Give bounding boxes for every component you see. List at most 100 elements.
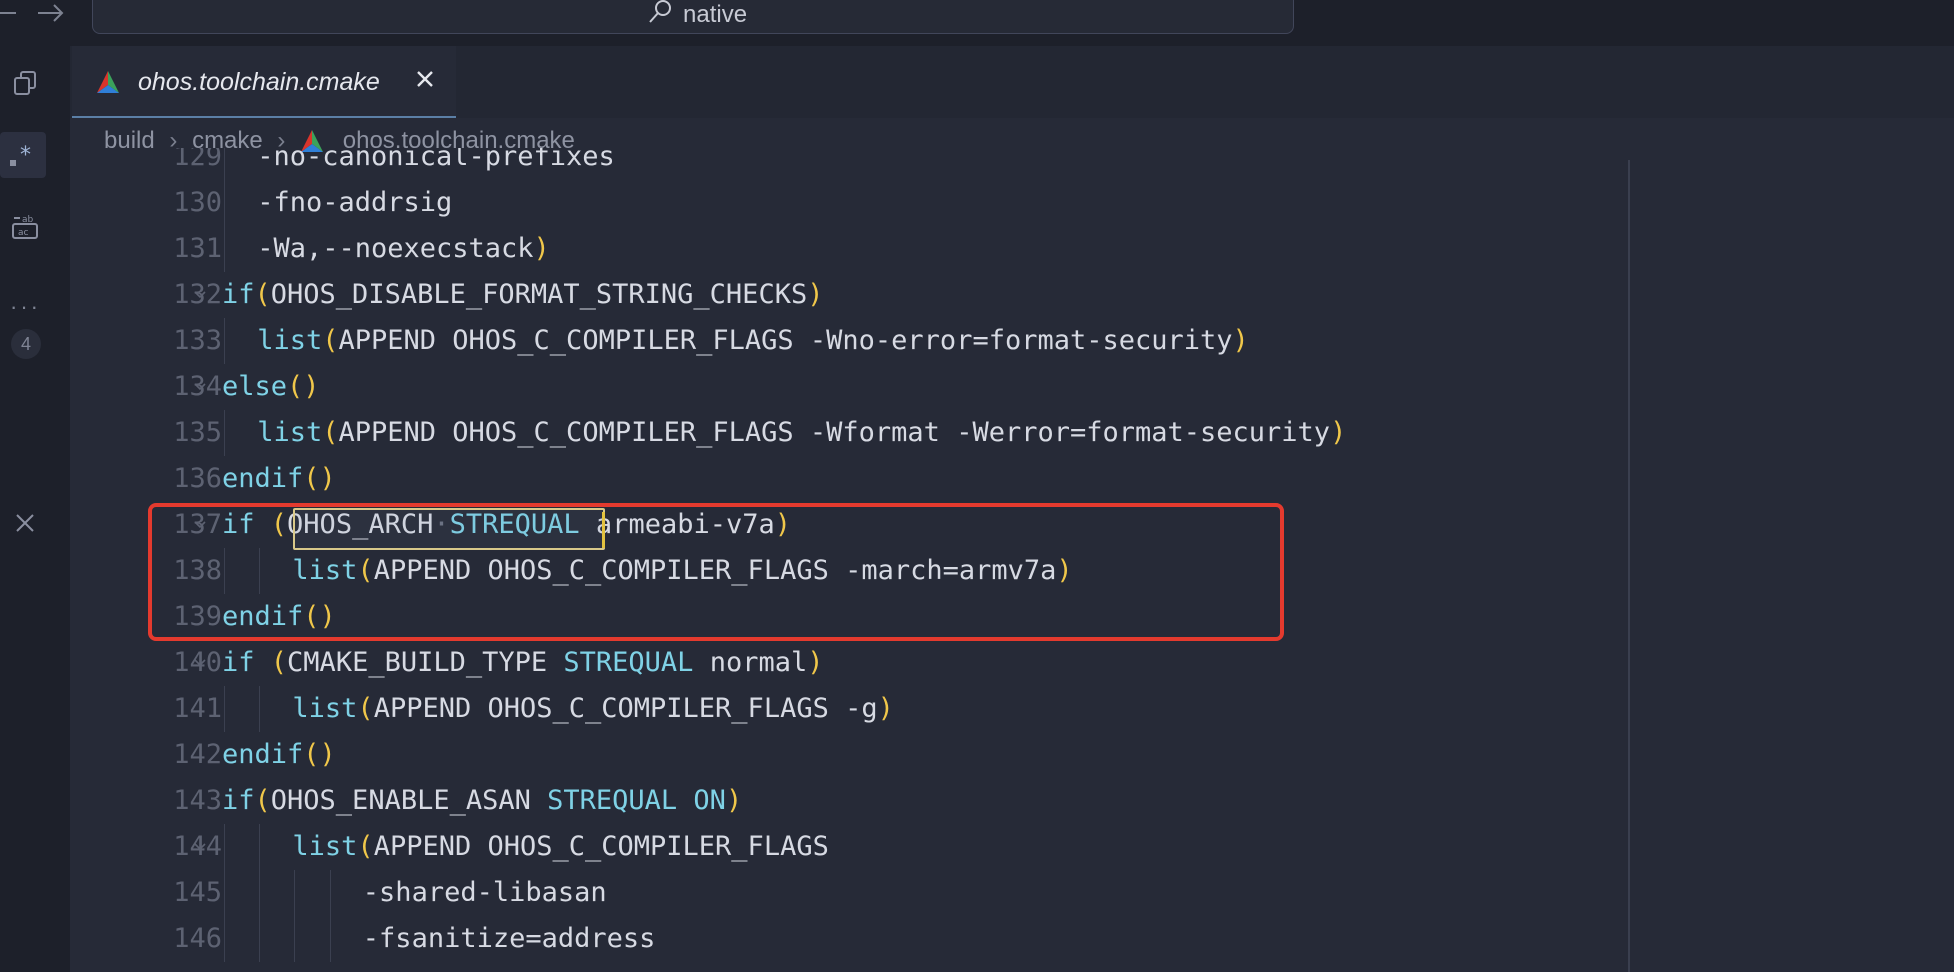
search-icon <box>649 0 671 23</box>
code-line[interactable]: 133 list(APPEND OHOS_C_COMPILER_FLAGS -Wn… <box>70 318 1630 364</box>
code-token: ) <box>807 647 824 678</box>
code-text: if (CMAKE_BUILD_TYPE STREQUAL normal) <box>222 640 824 686</box>
line-number: 143 <box>173 785 222 816</box>
indent-guide <box>224 226 225 272</box>
code-token: () <box>303 463 336 494</box>
code-line[interactable]: 142 endif() <box>70 732 1630 778</box>
code-token: -fno-addrsig <box>257 187 453 218</box>
indent-guide <box>224 318 225 364</box>
code-token: if <box>222 279 255 310</box>
code-line[interactable]: 140 if (CMAKE_BUILD_TYPE STREQUAL normal) <box>70 640 1630 686</box>
line-number: 135 <box>173 417 222 448</box>
code-text: -shared-libasan <box>363 870 607 916</box>
code-token: APPEND OHOS_C_COMPILER_FLAGS -Wno-error=… <box>338 325 1233 356</box>
code-token: ( <box>322 417 339 448</box>
code-token: -Wa,--noexecstack <box>257 233 534 264</box>
indent-guide <box>224 410 225 456</box>
title-bar: native <box>0 0 1954 46</box>
code-token: if <box>222 785 255 816</box>
tab-bar: ohos.toolchain.cmake <box>70 46 1954 118</box>
code-token: ( <box>357 693 374 724</box>
code-line[interactable]: 134 else() <box>70 364 1630 410</box>
code-line[interactable]: 132 if(OHOS_DISABLE_FORMAT_STRING_CHECKS) <box>70 272 1630 318</box>
indent-guide <box>224 916 225 962</box>
code-text: endif() <box>222 456 336 502</box>
back-arrow-icon[interactable] <box>0 0 20 30</box>
code-text: list(APPEND OHOS_C_COMPILER_FLAGS -g) <box>292 686 893 732</box>
code-line[interactable]: 131 -Wa,--noexecstack) <box>70 226 1630 272</box>
code-token: endif <box>222 739 304 770</box>
indent-guide <box>259 870 261 916</box>
indent-guide <box>259 916 261 962</box>
code-line[interactable]: 146 -fsanitize=address <box>70 916 1630 962</box>
code-text: -fsanitize=address <box>363 916 656 962</box>
svg-text:ac: ac <box>18 228 29 238</box>
line-number: 141 <box>173 693 222 724</box>
code-token: list <box>292 831 358 862</box>
line-number: 130 <box>173 187 222 218</box>
code-token: -fsanitize=address <box>362 923 656 954</box>
code-line[interactable]: 141 list(APPEND OHOS_C_COMPILER_FLAGS -g) <box>70 686 1630 732</box>
code-text: list(APPEND OHOS_C_COMPILER_FLAGS <box>292 824 828 870</box>
text-cursor <box>602 512 605 548</box>
indent-guide <box>224 148 225 180</box>
code-token: ) <box>807 279 824 310</box>
code-line[interactable]: 143 if(OHOS_ENABLE_ASAN STREQUAL ON) <box>70 778 1630 824</box>
code-line[interactable]: 130 -fno-addrsig <box>70 180 1630 226</box>
replace-case-icon[interactable]: ab ac <box>8 210 42 244</box>
code-token: ) <box>1232 325 1249 356</box>
code-token: -no-canonical-prefixes <box>257 148 615 172</box>
code-text: list(APPEND OHOS_C_COMPILER_FLAGS -Wno-e… <box>257 318 1249 364</box>
line-number: 129 <box>173 148 222 172</box>
indent-guide <box>294 870 296 916</box>
fold-chevron-icon[interactable] <box>190 824 210 870</box>
code-line[interactable]: 129 -no-canonical-prefixes <box>70 148 1630 180</box>
code-token: () <box>287 371 320 402</box>
search-text: native <box>683 1 748 28</box>
code-token: OHOS_ENABLE_ASAN <box>270 785 548 816</box>
code-token: list <box>257 325 323 356</box>
line-number: 136 <box>173 463 222 494</box>
code-token: ( <box>254 279 271 310</box>
regex-icon[interactable]: * <box>6 138 40 172</box>
code-token: STREQUAL <box>563 647 694 678</box>
code-token: APPEND OHOS_C_COMPILER_FLAGS -Wformat -W… <box>338 417 1331 448</box>
tab-ohos-toolchain-cmake[interactable]: ohos.toolchain.cmake <box>72 46 456 118</box>
line-number: 146 <box>173 923 222 954</box>
code-token: -shared-libasan <box>362 877 607 908</box>
code-text: if(OHOS_DISABLE_FORMAT_STRING_CHECKS) <box>222 272 823 318</box>
code-line[interactable]: 144 list(APPEND OHOS_C_COMPILER_FLAGS <box>70 824 1630 870</box>
code-token: APPEND OHOS_C_COMPILER_FLAGS <box>373 831 829 862</box>
more-icon[interactable]: ··· <box>10 294 41 320</box>
activity-bar: * ab ac ··· 4 <box>0 46 70 972</box>
tab-close-icon[interactable] <box>412 66 438 92</box>
code-token: ) <box>1330 417 1347 448</box>
code-line[interactable]: 136 endif() <box>70 456 1630 502</box>
command-search-box[interactable]: native <box>92 0 1294 34</box>
code-token: ) <box>725 785 743 816</box>
code-token: ( <box>254 785 271 816</box>
code-text: -no-canonical-prefixes <box>257 148 615 180</box>
code-text: -Wa,--noexecstack) <box>257 226 550 272</box>
fold-chevron-icon[interactable] <box>190 640 210 686</box>
code-line[interactable]: 145 -shared-libasan <box>70 870 1630 916</box>
code-token: APPEND OHOS_C_COMPILER_FLAGS -g <box>373 693 878 724</box>
indent-guide <box>259 686 261 732</box>
close-icon[interactable] <box>12 510 38 536</box>
code-token: OHOS_DISABLE_FORMAT_STRING_CHECKS <box>270 279 808 310</box>
fold-chevron-icon[interactable] <box>190 364 210 410</box>
line-number: 145 <box>173 877 222 908</box>
code-text: -fno-addrsig <box>257 180 452 226</box>
line-number: 131 <box>173 233 222 264</box>
code-token: normal <box>693 647 808 678</box>
fold-chevron-icon[interactable] <box>190 272 210 318</box>
explorer-icon[interactable] <box>8 66 42 100</box>
tab-label: ohos.toolchain.cmake <box>138 68 380 96</box>
indent-guide <box>224 180 225 226</box>
forward-arrow-icon[interactable] <box>34 0 68 30</box>
code-token: ( <box>322 325 339 356</box>
code-line[interactable]: 135 list(APPEND OHOS_C_COMPILER_FLAGS -Wf… <box>70 410 1630 456</box>
code-token: STREQUAL ON <box>547 785 726 816</box>
indent-guide <box>224 686 225 732</box>
